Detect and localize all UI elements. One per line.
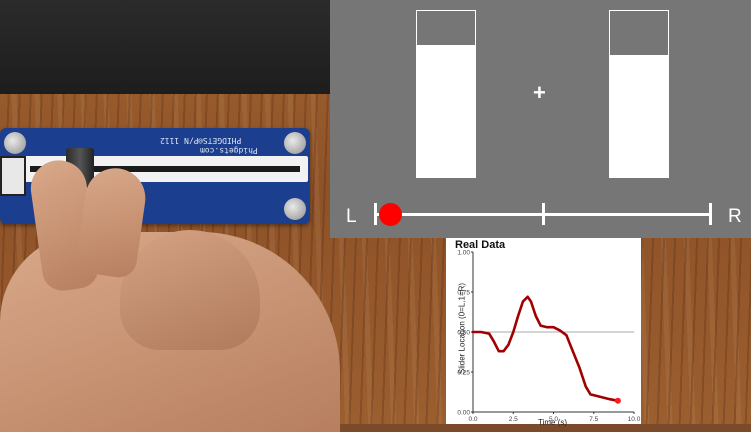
visual-feedback-panel: + L R <box>330 0 751 238</box>
scale-tick-center <box>542 203 545 225</box>
screw-top-left <box>4 132 26 154</box>
black-mat <box>0 0 340 94</box>
right-meter <box>609 10 669 178</box>
left-meter-empty <box>417 11 475 47</box>
screw-bottom-right <box>284 198 306 220</box>
chart-x-tick-label: 2.5 <box>509 416 518 423</box>
right-end-label: R <box>728 206 742 227</box>
board-brand: PHIDGETS® <box>198 136 242 145</box>
board-url: Phidgets.com <box>200 146 258 155</box>
chart-y-axis-label: Slider Location (0=L,1=R) <box>457 282 467 375</box>
chart-x-tick-label: 0.0 <box>468 416 477 423</box>
position-indicator-dot <box>379 203 403 226</box>
board-part-number: P/N 1112 <box>160 136 199 145</box>
fixation-cross: + <box>533 80 546 105</box>
chart-plot: 0.000.250.500.751.000.0 2.5 5.0 7.5 10.0 <box>457 250 641 424</box>
chart-title: Real Data <box>455 239 506 251</box>
right-meter-empty <box>610 11 668 57</box>
chart-end-point <box>614 397 621 404</box>
chart-x-axis-label: Time (s) <box>538 418 568 427</box>
screw-top-right <box>284 132 306 154</box>
chart-x-tick-label: 10.0 <box>628 416 641 423</box>
real-data-chart: 0.00 0.25 0.50 0.75 1.00 0.0 2.5 5.0 7.5 10.0 Rea… <box>446 238 641 427</box>
left-meter <box>416 10 476 178</box>
connector-housing <box>0 156 26 196</box>
chart-series-line <box>471 295 620 403</box>
left-end-label: L <box>346 206 357 227</box>
chart-x-tick-label: 7.5 <box>589 416 598 423</box>
scale-tick-right <box>709 203 712 225</box>
scale-tick-left <box>374 203 377 225</box>
